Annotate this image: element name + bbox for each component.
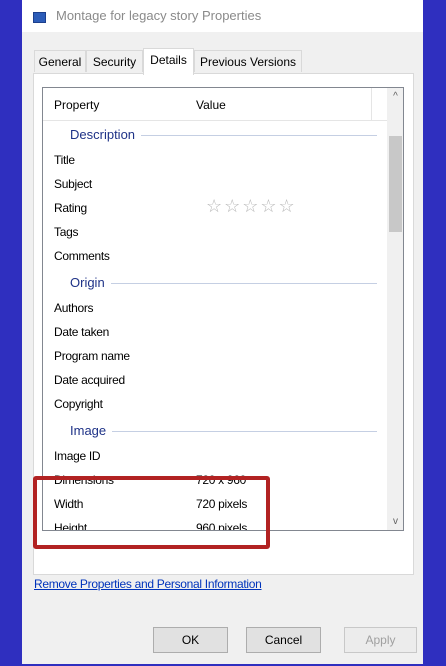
properties-dialog: Montage for legacy story Properties Gene… <box>22 0 423 664</box>
window-title: Montage for legacy story Properties <box>56 8 262 23</box>
row-dimensions[interactable]: Dimensions 720 x 960 <box>43 468 387 492</box>
group-divider <box>70 283 377 284</box>
picture-file-icon <box>33 12 46 23</box>
vertical-scrollbar[interactable]: ^ v <box>387 88 403 530</box>
row-tags[interactable]: Tags <box>43 220 387 244</box>
row-width[interactable]: Width 720 pixels <box>43 492 387 516</box>
group-label: Description <box>70 127 142 142</box>
row-authors[interactable]: Authors <box>43 296 387 320</box>
group-origin: Origin <box>43 272 387 294</box>
group-image: Image <box>43 420 387 442</box>
property-name: Date acquired <box>54 373 125 387</box>
property-name: Copyright <box>54 397 103 411</box>
property-value[interactable]: 720 pixels <box>196 497 247 511</box>
column-header-property[interactable]: Property <box>54 98 99 112</box>
scroll-down-icon[interactable]: v <box>387 513 403 530</box>
row-program-name[interactable]: Program name <box>43 344 387 368</box>
apply-button[interactable]: Apply <box>344 627 417 653</box>
scroll-up-icon[interactable]: ^ <box>387 88 403 105</box>
row-date-acquired[interactable]: Date acquired <box>43 368 387 392</box>
property-name: Tags <box>54 225 79 239</box>
list-header: Property Value <box>43 88 387 121</box>
group-label: Origin <box>70 275 111 290</box>
tab-strip: General Security Details Previous Versio… <box>22 48 423 75</box>
group-label: Image <box>70 423 113 438</box>
row-image-id[interactable]: Image ID <box>43 444 387 468</box>
details-panel: Property Value Description Title Subject… <box>33 73 414 575</box>
property-name: Title <box>54 153 75 167</box>
ok-button[interactable]: OK <box>153 627 228 653</box>
property-name: Width <box>54 497 84 511</box>
property-name: Dimensions <box>54 473 114 487</box>
row-copyright[interactable]: Copyright <box>43 392 387 416</box>
title-bar: Montage for legacy story Properties <box>22 0 423 32</box>
row-comments[interactable]: Comments <box>43 244 387 268</box>
row-subject[interactable]: Subject <box>43 172 387 196</box>
row-height[interactable]: Height 960 pixels <box>43 516 387 531</box>
row-rating[interactable]: Rating ☆☆☆☆☆ <box>43 196 387 220</box>
property-name: Date taken <box>54 325 110 339</box>
tab-security[interactable]: Security <box>86 50 143 72</box>
row-title[interactable]: Title <box>43 148 387 172</box>
group-description: Description <box>43 124 387 146</box>
tab-previous-versions[interactable]: Previous Versions <box>194 50 302 72</box>
property-name: Comments <box>54 249 110 263</box>
scrollbar-thumb[interactable] <box>389 136 402 232</box>
tab-general[interactable]: General <box>34 50 86 72</box>
property-name: Authors <box>54 301 94 315</box>
cancel-button[interactable]: Cancel <box>246 627 321 653</box>
property-value[interactable]: 720 x 960 <box>196 473 246 487</box>
tab-details[interactable]: Details <box>143 48 194 75</box>
remove-properties-link[interactable]: Remove Properties and Personal Informati… <box>34 577 262 591</box>
property-value[interactable]: 960 pixels <box>196 521 247 530</box>
rating-stars-icon[interactable]: ☆☆☆☆☆ <box>206 196 297 217</box>
row-date-taken[interactable]: Date taken <box>43 320 387 344</box>
property-name: Image ID <box>54 449 101 463</box>
column-header-value[interactable]: Value <box>196 98 226 112</box>
property-name: Height <box>54 521 87 531</box>
property-list[interactable]: Property Value Description Title Subject… <box>42 87 404 531</box>
property-name: Program name <box>54 349 130 363</box>
property-name: Rating <box>54 201 87 215</box>
group-divider <box>70 431 377 432</box>
property-name: Subject <box>54 177 92 191</box>
column-divider[interactable] <box>371 88 372 120</box>
